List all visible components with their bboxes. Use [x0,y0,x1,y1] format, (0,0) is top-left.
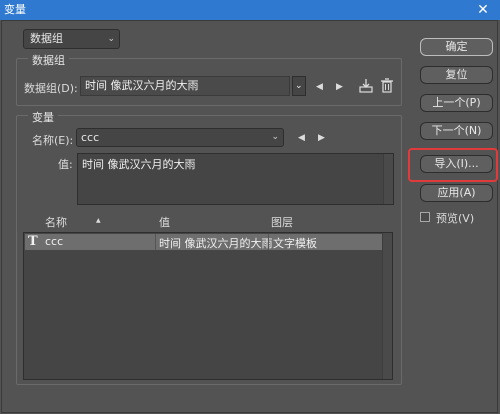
dataset-label: 数据组(D): [24,82,78,95]
variable-value-text: 时间 像武汉六月的大雨 [82,158,196,171]
close-button[interactable]: ✕ [466,0,500,20]
apply-button[interactable]: 应用(A) [420,184,493,202]
table-row[interactable]: T ccc 时间 像武汉六月的大雨 文字模板 [25,234,382,250]
dataset-field[interactable]: 时间 像武汉六月的大雨 [80,76,290,96]
mode-dropdown[interactable]: 数据组 ⌄ [23,29,120,49]
dataset-value: 时间 像武汉六月的大雨 [85,79,199,92]
dataset-group-title: 数据组 [28,52,69,68]
previous-variable-icon[interactable]: ◀ [298,133,305,143]
variable-name-dropdown[interactable]: ccc ⌄ [76,128,284,147]
column-header-value[interactable]: 值 [159,214,170,230]
text-variable-icon: T [28,234,38,249]
variable-name-label: 名称(E): [32,134,74,147]
preview-checkbox[interactable] [420,212,430,222]
row-layer: 文字模板 [273,237,317,250]
trash-icon[interactable] [380,78,394,94]
next-dataset-icon[interactable]: ▶ [336,82,343,92]
textarea-scrollbar[interactable] [383,154,393,204]
window-titlebar: 变量 [0,0,500,20]
variables-table: T ccc 时间 像武汉六月的大雨 文字模板 [23,232,393,380]
sort-ascending-icon: ▲ [96,217,101,224]
variable-group-title: 变量 [28,109,58,125]
column-header-name[interactable]: 名称 [45,214,67,230]
previous-button[interactable]: 上一个(P) [420,94,493,112]
mode-dropdown-value: 数据组 [30,32,63,45]
table-scrollbar[interactable] [382,233,392,379]
reset-button[interactable]: 复位 [420,66,493,84]
next-variable-icon[interactable]: ▶ [318,133,325,143]
chevron-down-icon: ⌄ [107,34,115,44]
dataset-dropdown-button[interactable]: ⌄ [292,76,306,96]
variable-value-label: 值: [58,158,73,171]
variables-table-header: 名称 ▲ 值 图层 [23,212,393,230]
chevron-down-icon: ⌄ [271,132,279,142]
ok-button[interactable]: 确定 [420,38,493,56]
next-button[interactable]: 下一个(N) [420,122,493,140]
preview-label: 预览(V) [436,212,475,225]
import-dataset-icon[interactable] [358,78,374,94]
chevron-down-icon: ⌄ [295,81,303,91]
variable-value-textarea[interactable]: 时间 像武汉六月的大雨 [77,153,394,205]
row-value: 时间 像武汉六月的大雨 [159,237,273,250]
column-header-layer[interactable]: 图层 [271,214,293,230]
previous-dataset-icon[interactable]: ◀ [316,82,323,92]
row-name: ccc [45,235,64,248]
window-title: 变量 [4,3,26,16]
variable-name-value: ccc [81,131,100,144]
import-highlight-box [408,148,498,182]
close-icon: ✕ [477,2,489,18]
